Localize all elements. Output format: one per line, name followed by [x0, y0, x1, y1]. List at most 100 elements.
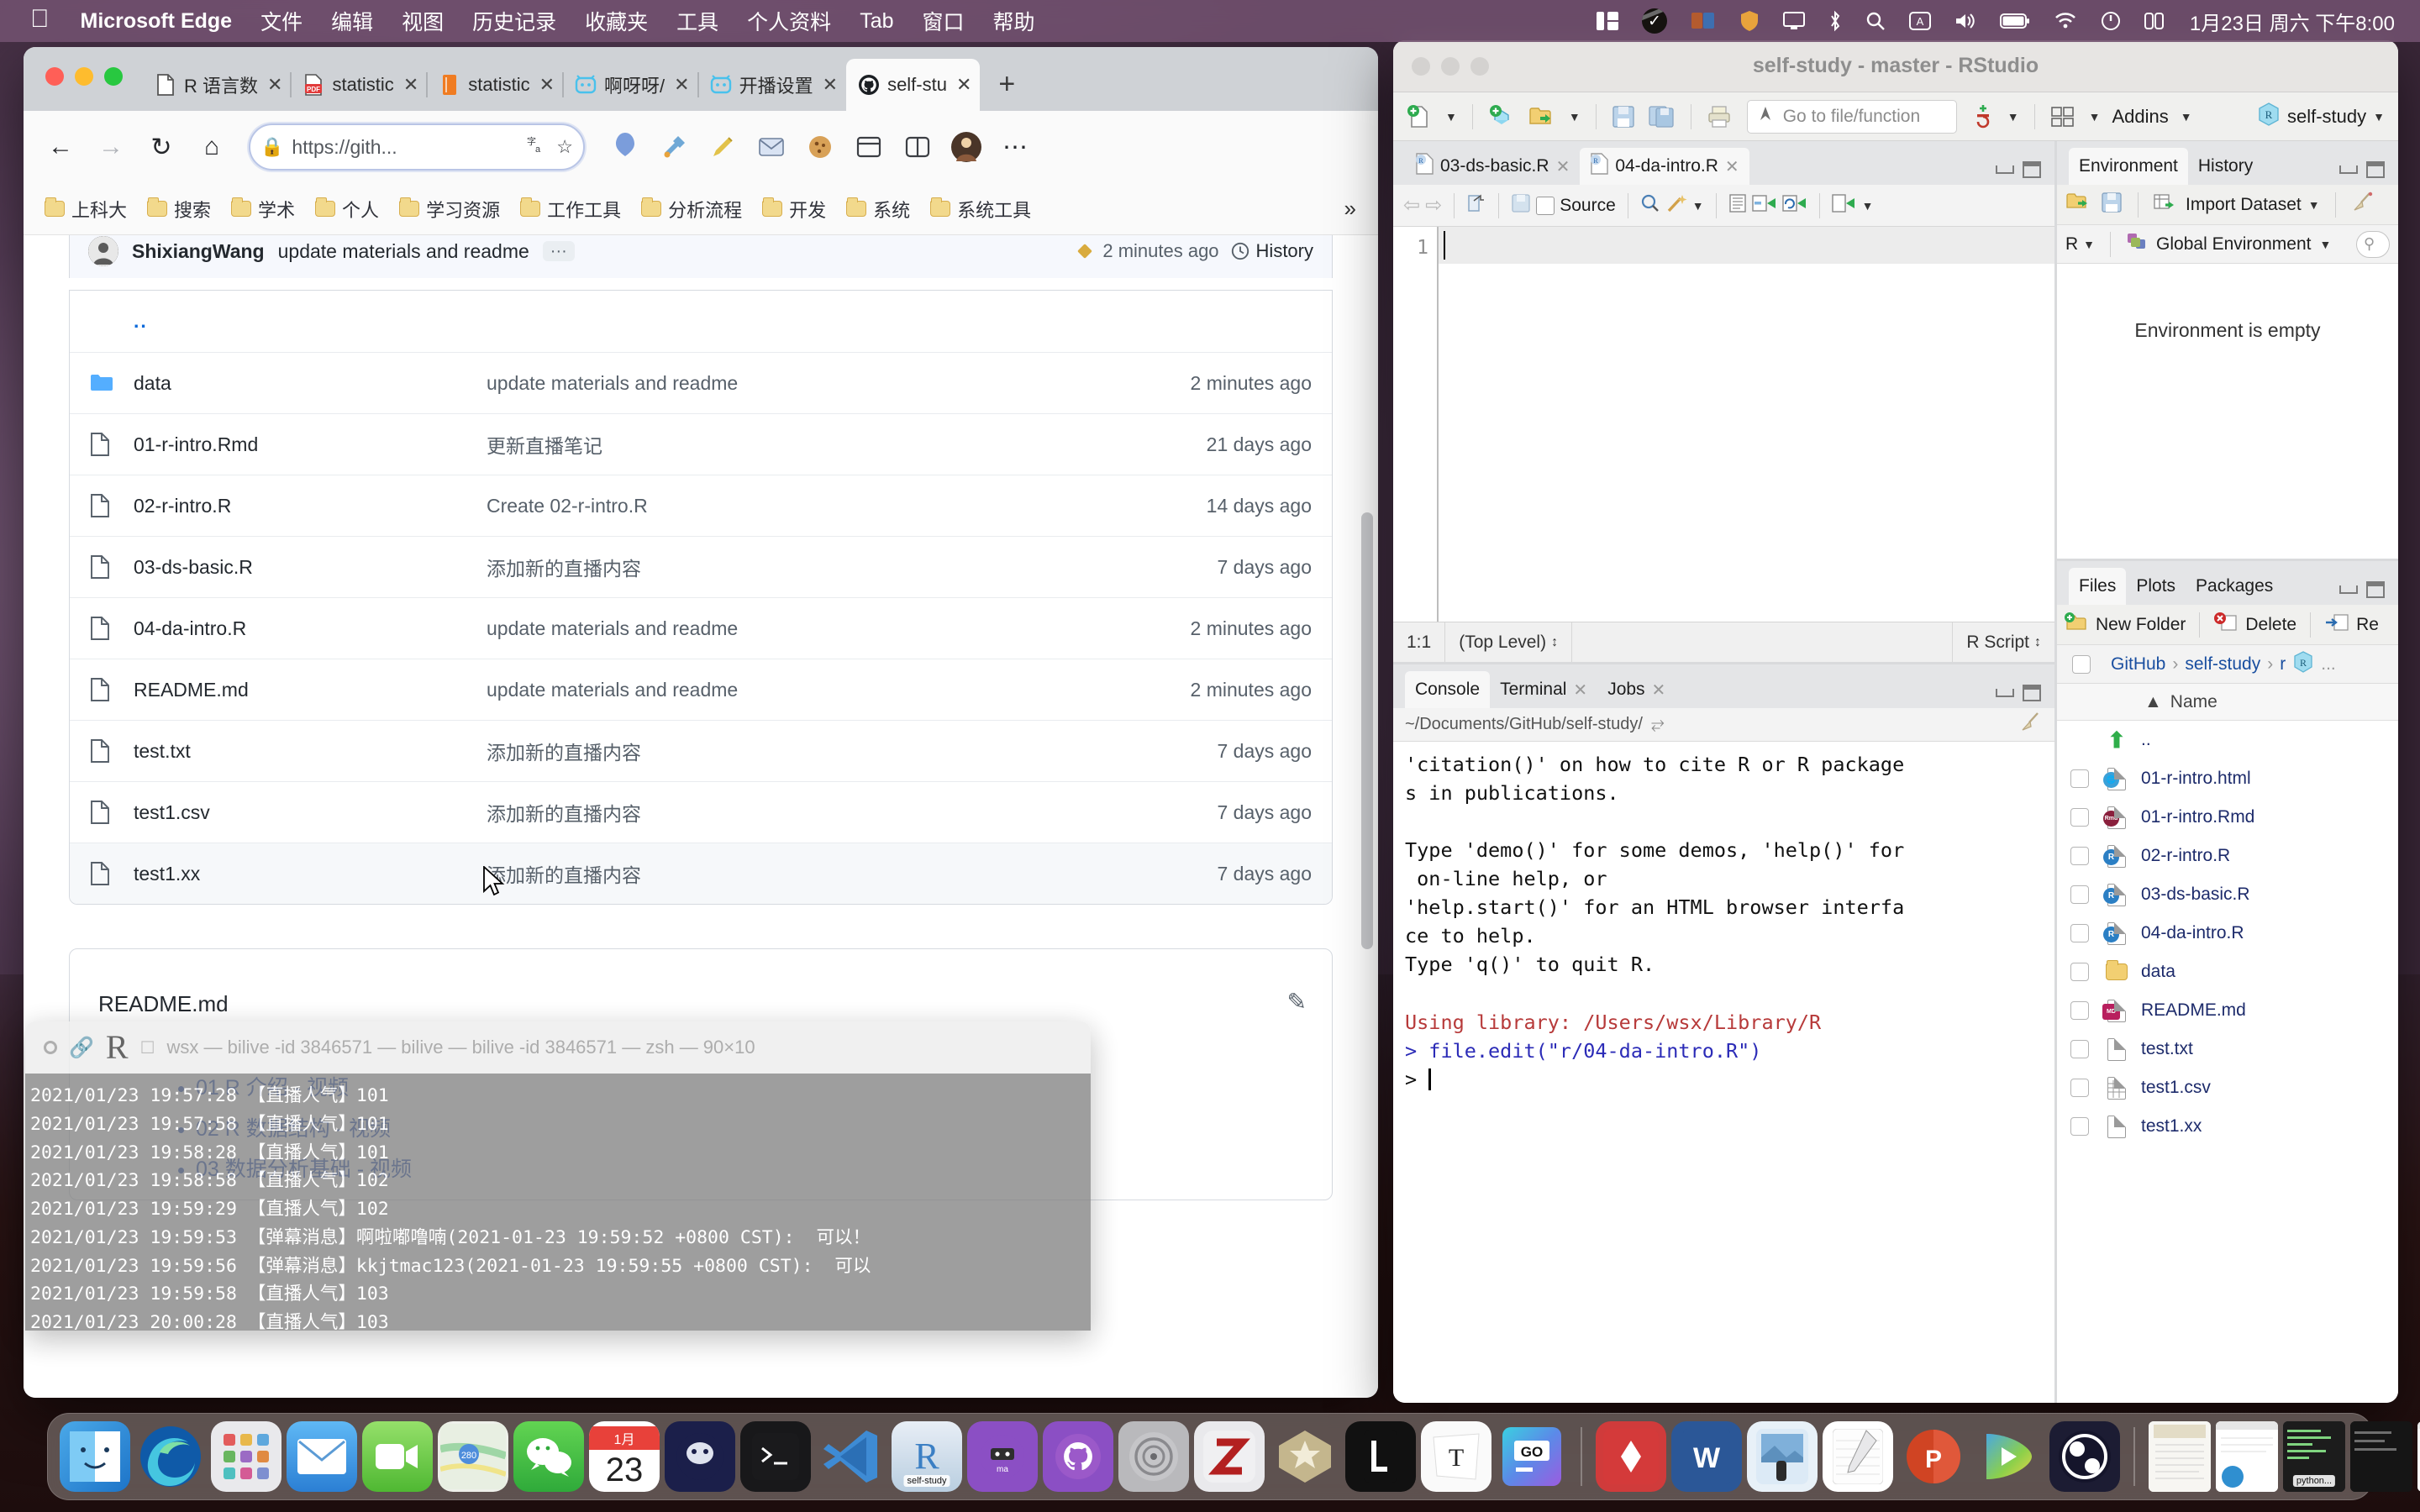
new-folder-button[interactable]: New Folder [2064, 612, 2186, 638]
source-tab-03-ds-basic[interactable]: R 03-ds-basic.R ✕ [1405, 148, 1581, 185]
file-type-dropdown-icon[interactable]: ↕ [2034, 635, 2041, 650]
magic-wand-icon[interactable] [1665, 193, 1687, 218]
menu-item-favorites[interactable]: 收藏夹 [571, 6, 662, 36]
list-item[interactable]: Rmd 01-r-intro.Rmd [2057, 798, 2398, 837]
dock-item-marked[interactable]: ma [967, 1421, 1038, 1492]
row-checkbox[interactable] [2070, 963, 2089, 981]
list-item[interactable]: test1.csv [2057, 1068, 2398, 1107]
goto-file-function-input[interactable]: Go to file/function [1746, 99, 1957, 134]
pen-icon[interactable] [699, 123, 746, 171]
row-checkbox[interactable] [2070, 1117, 2089, 1136]
minimize-pane-icon[interactable] [1996, 689, 2014, 697]
minimized-window-dark-terminal[interactable] [2350, 1421, 2412, 1492]
project-selector[interactable]: R self-study ▼ [2257, 102, 2390, 132]
translate-icon[interactable]: 字a [526, 134, 548, 160]
pencil-icon[interactable]: ✎ [1287, 988, 1307, 1016]
row-checkbox[interactable] [2070, 808, 2089, 827]
broom-icon[interactable] [2019, 711, 2043, 738]
split-view-icon[interactable] [1585, 12, 1630, 30]
file-name[interactable]: 01-r-intro.Rmd [2141, 807, 2254, 827]
profile-avatar[interactable] [943, 123, 990, 171]
open-folder-icon[interactable] [1523, 98, 1560, 135]
dock-item-preview[interactable] [1747, 1421, 1818, 1492]
load-workspace-icon[interactable] [2065, 192, 2092, 218]
browser-tab-0[interactable]: R 语言数 ✕ [143, 59, 291, 111]
new-file-dropdown-icon[interactable]: ▼ [1440, 98, 1462, 135]
file-commit-message[interactable]: update materials and readme [487, 372, 1118, 395]
close-tab-icon[interactable]: ✕ [1652, 680, 1666, 701]
source-run-dropdown-icon[interactable]: ▼ [1862, 199, 1874, 213]
list-item[interactable]: test1.xx [2057, 1107, 2398, 1146]
row-checkbox[interactable] [2070, 1040, 2089, 1058]
dock-item-wechat[interactable] [513, 1421, 584, 1492]
addins-dropdown-icon[interactable]: ▼ [2175, 98, 2197, 135]
tab-console[interactable]: Console [1405, 671, 1491, 708]
table-row[interactable]: test1.xx 添加新的直播内容 7 days ago [70, 843, 1332, 904]
bookmark-7[interactable]: 开发 [753, 191, 835, 228]
rename-button[interactable]: Re [2324, 612, 2379, 638]
environment-scope-label[interactable]: Global Environment [2156, 234, 2311, 255]
table-row[interactable]: 03-ds-basic.R 添加新的直播内容 7 days ago [70, 536, 1332, 597]
tab-packages[interactable]: Packages [2186, 568, 2284, 605]
power-icon[interactable] [2089, 11, 2133, 31]
close-tab-icon[interactable]: ✕ [956, 74, 971, 96]
menu-item-view[interactable]: 视图 [387, 6, 458, 36]
parent-dir-link[interactable]: .. [134, 310, 487, 333]
dock-item-rstudio[interactable]: R self-study [892, 1421, 962, 1492]
panes-icon[interactable] [2045, 98, 2081, 135]
bookmark-9[interactable]: 系统工具 [921, 191, 1040, 228]
table-row[interactable]: test1.csv 添加新的直播内容 7 days ago [70, 781, 1332, 843]
environment-search-input[interactable]: ⚲ [2356, 230, 2390, 258]
bookmark-5[interactable]: 工作工具 [511, 191, 630, 228]
bookmark-3[interactable]: 个人 [306, 191, 388, 228]
magic-dropdown-icon[interactable]: ▼ [1692, 199, 1704, 213]
bookmark-4[interactable]: 学习资源 [390, 191, 509, 228]
dock-item-obs[interactable] [2049, 1421, 2120, 1492]
row-checkbox[interactable] [2070, 847, 2089, 865]
dock-item-launchpad[interactable] [211, 1421, 281, 1492]
file-name[interactable]: test.txt [2141, 1039, 2193, 1059]
file-commit-message[interactable]: 添加新的直播内容 [487, 737, 1118, 765]
import-dataset-button[interactable]: Import Dataset ▼ [2154, 192, 2320, 218]
menu-item-file[interactable]: 文件 [246, 6, 317, 36]
file-commit-message[interactable]: 添加新的直播内容 [487, 798, 1118, 827]
workspace-dropdown-icon[interactable]: ▼ [2002, 98, 2024, 135]
popout-icon[interactable] [1466, 193, 1486, 218]
file-name[interactable]: .. [2141, 730, 2151, 750]
bookmarks-overflow-icon[interactable]: » [1344, 196, 1366, 222]
row-checkbox[interactable] [2070, 1001, 2089, 1020]
dock-item-typora[interactable]: T [1421, 1421, 1491, 1492]
maximize-pane-icon[interactable] [2023, 161, 2041, 178]
panes-dropdown-icon[interactable]: ▼ [2084, 98, 2106, 135]
row-checkbox[interactable] [2070, 769, 2089, 788]
dock-item-powerpoint[interactable]: P [1898, 1421, 1969, 1492]
dock-item-keka[interactable] [1270, 1421, 1340, 1492]
maximize-pane-icon[interactable] [2366, 581, 2385, 598]
dock-item-datagrip[interactable] [1596, 1421, 1666, 1492]
star-plus-icon[interactable]: ☆ [556, 136, 573, 158]
chinese-input-icon[interactable]: A [1897, 11, 1943, 31]
menu-app-name[interactable]: Microsoft Edge [66, 9, 247, 34]
file-name[interactable]: 03-ds-basic.R [2141, 885, 2250, 905]
dock-item-player[interactable] [1974, 1421, 2044, 1492]
language-selector[interactable]: R ▼ [2065, 234, 2095, 255]
tab-files[interactable]: Files [2069, 568, 2127, 605]
delete-button[interactable]: Delete [2213, 612, 2296, 638]
new-file-icon[interactable] [1402, 98, 1437, 135]
maximize-pane-icon[interactable] [2023, 685, 2041, 701]
save-all-icon[interactable] [1644, 98, 1681, 135]
tab-jobs[interactable]: Jobs ✕ [1597, 671, 1676, 708]
table-row[interactable]: 04-da-intro.R update materials and readm… [70, 597, 1332, 659]
history-link[interactable]: History [1231, 240, 1313, 262]
row-checkbox[interactable] [2070, 924, 2089, 942]
menu-item-window[interactable]: 窗口 [908, 6, 979, 36]
dock-item-vscode[interactable] [816, 1421, 886, 1492]
tab-history[interactable]: History [2187, 148, 2264, 185]
breadcrumb-r[interactable]: r [2280, 654, 2286, 675]
dock-item-iterm[interactable] [740, 1421, 811, 1492]
sort-asc-icon[interactable]: ▲ [2144, 692, 2162, 712]
save-icon[interactable] [1607, 98, 1640, 135]
code-area[interactable] [1439, 227, 2054, 622]
tab-plots[interactable]: Plots [2126, 568, 2186, 605]
file-name[interactable]: 04-da-intro.R [134, 617, 487, 640]
